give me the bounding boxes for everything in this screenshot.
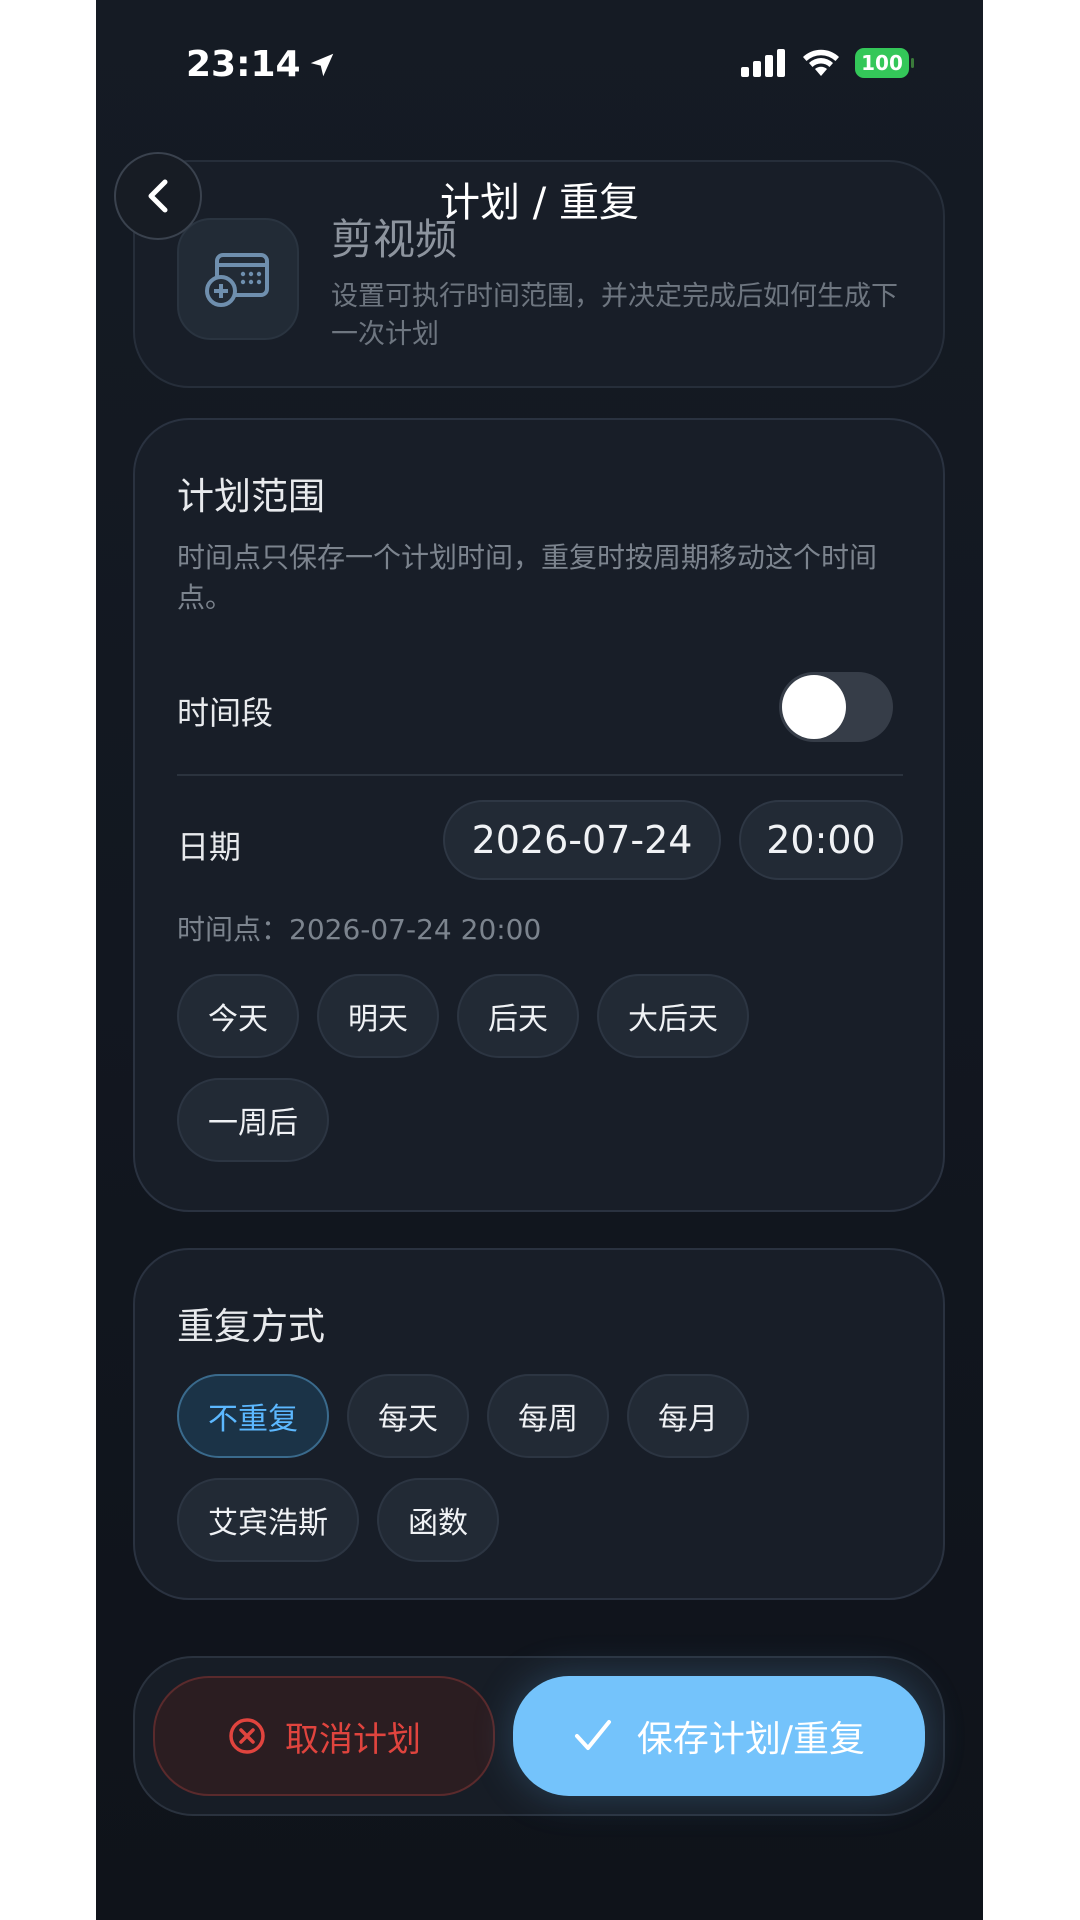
save-plan-button[interactable]: 保存计划/重复 xyxy=(513,1676,925,1796)
cancel-plan-label: 取消计划 xyxy=(285,1719,421,1760)
divider xyxy=(177,774,903,776)
task-title: 剪视频 xyxy=(331,215,458,264)
chevron-left-icon xyxy=(148,179,168,213)
repeat-option-function[interactable]: 函数 xyxy=(377,1478,499,1562)
cancel-plan-button[interactable]: 取消计划 xyxy=(153,1676,495,1796)
task-description: 设置可执行时间范围，并决定完成后如何生成下一次计划 xyxy=(331,281,898,350)
location-arrow-icon xyxy=(310,53,333,76)
close-circle-icon xyxy=(229,1718,265,1754)
quick-pick-day-after[interactable]: 后天 xyxy=(457,974,579,1058)
repeat-option-daily[interactable]: 每天 xyxy=(347,1374,469,1458)
quick-pick-today[interactable]: 今天 xyxy=(177,974,299,1058)
chip-label: 大后天 xyxy=(628,1002,718,1037)
repeat-option-monthly[interactable]: 每月 xyxy=(627,1374,749,1458)
chip-label: 后天 xyxy=(488,1002,548,1037)
phone-screen: 23:14 100 剪视频 设置可执行时间范围，并决定完成后如何生成下一次计划 … xyxy=(96,0,983,1920)
signal-icon xyxy=(741,49,785,77)
timepoint-summary: 时间点：2026-07-24 20:00 xyxy=(177,913,542,946)
repeat-card: 重复方式 不重复 每天 每周 每月 艾宾浩斯 函数 xyxy=(133,1248,945,1600)
status-time-text: 23:14 xyxy=(186,44,301,85)
quick-pick-one-week[interactable]: 一周后 xyxy=(177,1078,329,1162)
time-value: 20:00 xyxy=(766,818,876,862)
plan-range-card: 计划范围 时间点只保存一个计划时间，重复时按周期移动这个时间点。 时间段 日期 … xyxy=(133,418,945,1212)
repeat-option-weekly[interactable]: 每周 xyxy=(487,1374,609,1458)
chip-label: 每周 xyxy=(518,1402,578,1437)
task-header-card: 剪视频 设置可执行时间范围，并决定完成后如何生成下一次计划 xyxy=(133,160,945,388)
checkmark-icon xyxy=(574,1720,611,1750)
back-button[interactable] xyxy=(114,152,202,240)
chip-label: 明天 xyxy=(348,1002,408,1037)
chip-label: 今天 xyxy=(208,1002,268,1037)
chip-label: 每天 xyxy=(378,1402,438,1437)
chip-label: 每月 xyxy=(658,1402,718,1437)
repeat-option-none[interactable]: 不重复 xyxy=(177,1374,329,1458)
chip-label: 函数 xyxy=(408,1506,468,1541)
toggle-knob xyxy=(782,675,846,739)
time-range-toggle[interactable] xyxy=(779,672,893,742)
chip-label: 一周后 xyxy=(208,1106,298,1141)
calendar-add-icon xyxy=(177,218,299,340)
battery-level: 100 xyxy=(861,51,903,75)
date-label: 日期 xyxy=(177,828,242,866)
time-picker-button[interactable]: 20:00 xyxy=(739,800,903,880)
bottom-action-bar: 取消计划 保存计划/重复 xyxy=(133,1656,945,1816)
battery-icon: 100 xyxy=(855,48,914,78)
quick-pick-three-days[interactable]: 大后天 xyxy=(597,974,749,1058)
save-plan-label: 保存计划/重复 xyxy=(636,1719,866,1760)
repeat-title: 重复方式 xyxy=(177,1305,325,1348)
plan-range-title: 计划范围 xyxy=(177,475,325,518)
status-bar-time: 23:14 xyxy=(186,44,337,85)
quick-pick-tomorrow[interactable]: 明天 xyxy=(317,974,439,1058)
chip-label: 艾宾浩斯 xyxy=(208,1506,328,1541)
chip-label: 不重复 xyxy=(208,1402,298,1437)
date-picker-button[interactable]: 2026-07-24 xyxy=(443,800,721,880)
plan-range-description: 时间点只保存一个计划时间，重复时按周期移动这个时间点。 xyxy=(177,541,878,614)
repeat-option-ebbinghaus[interactable]: 艾宾浩斯 xyxy=(177,1478,359,1562)
time-range-label: 时间段 xyxy=(177,694,274,732)
wifi-icon xyxy=(803,49,839,76)
status-bar-icons: 100 xyxy=(741,48,914,78)
date-value: 2026-07-24 xyxy=(471,818,693,862)
